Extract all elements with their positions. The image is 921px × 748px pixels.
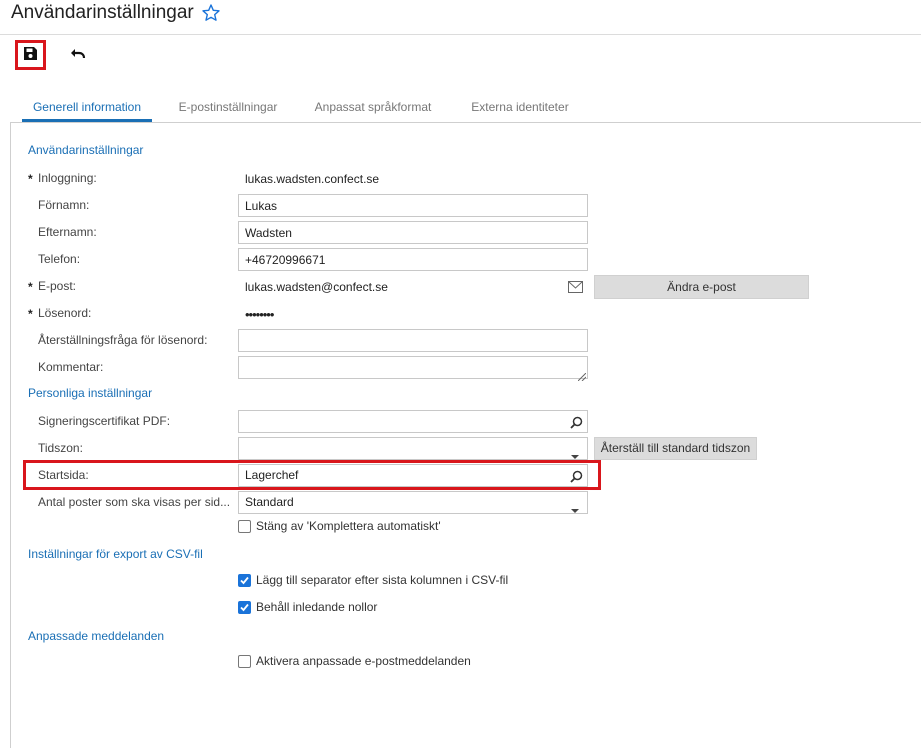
phone-field[interactable] bbox=[238, 248, 588, 271]
chevron-down-icon bbox=[570, 500, 583, 513]
tab-external-identities[interactable]: Externa identiteter bbox=[460, 93, 580, 122]
section-user-settings: Användarinställningar bbox=[28, 143, 144, 157]
undo-button[interactable] bbox=[65, 43, 91, 67]
phone-label: Telefon: bbox=[38, 252, 81, 266]
lastname-label: Efternamn: bbox=[38, 225, 97, 239]
section-csv-settings: Inställningar för export av CSV-fil bbox=[28, 547, 203, 561]
tab-bar: Generell information E-postinställningar… bbox=[10, 93, 921, 123]
tab-language-format[interactable]: Anpassat språkformat bbox=[304, 93, 442, 122]
chevron-down-icon bbox=[570, 446, 583, 459]
firstname-field[interactable] bbox=[238, 194, 588, 217]
signing-cert-label: Signeringscertifikat PDF: bbox=[38, 414, 171, 428]
mail-icon[interactable] bbox=[568, 281, 583, 293]
required-marker: * bbox=[28, 280, 33, 294]
reset-question-field[interactable] bbox=[238, 329, 588, 352]
rows-per-page-label: Antal poster som ska visas per sid... bbox=[38, 495, 231, 509]
save-button[interactable] bbox=[15, 40, 46, 70]
add-separator-checkbox[interactable] bbox=[238, 574, 251, 587]
comment-field[interactable] bbox=[238, 356, 588, 379]
required-marker: * bbox=[28, 307, 33, 321]
enable-custom-messages-label: Aktivera anpassade e-postmeddelanden bbox=[256, 654, 471, 668]
login-label: Inloggning: bbox=[38, 171, 97, 185]
disable-autocomplete-label: Stäng av 'Komplettera automatiskt' bbox=[256, 519, 441, 533]
reset-timezone-button[interactable]: Återställ till standard tidszon bbox=[594, 437, 757, 460]
change-email-button[interactable]: Ändra e-post bbox=[594, 275, 809, 299]
star-icon[interactable] bbox=[201, 3, 221, 23]
timezone-select[interactable] bbox=[238, 437, 588, 460]
tab-general-information[interactable]: Generell information bbox=[22, 93, 152, 122]
email-label: E-post: bbox=[38, 279, 77, 293]
tab-email-settings[interactable]: E-postinställningar bbox=[168, 93, 288, 122]
section-personal-settings: Personliga inställningar bbox=[28, 386, 153, 400]
search-icon[interactable] bbox=[570, 415, 583, 429]
undo-icon bbox=[70, 48, 86, 63]
section-custom-messages: Anpassade meddelanden bbox=[28, 629, 165, 643]
timezone-label: Tidszon: bbox=[38, 441, 83, 455]
firstname-label: Förnamn: bbox=[38, 198, 90, 212]
email-value: lukas.wadsten@confect.se bbox=[245, 280, 388, 294]
rows-per-page-select[interactable]: Standard bbox=[238, 491, 588, 514]
reset-question-label: Återställningsfråga för lösenord: bbox=[38, 333, 208, 347]
startpage-value: Lagerchef bbox=[245, 468, 299, 482]
lastname-field[interactable] bbox=[238, 221, 588, 244]
login-value: lukas.wadsten.confect.se bbox=[245, 172, 380, 186]
enable-custom-messages-checkbox[interactable] bbox=[238, 655, 251, 668]
comment-label: Kommentar: bbox=[38, 360, 104, 374]
startpage-field[interactable]: Lagerchef bbox=[238, 464, 588, 487]
disable-autocomplete-checkbox[interactable] bbox=[238, 520, 251, 533]
keep-zeros-label: Behåll inledande nollor bbox=[256, 600, 378, 614]
search-icon[interactable] bbox=[570, 469, 583, 483]
page-title: Användarinställningar bbox=[11, 2, 194, 23]
add-separator-label: Lägg till separator efter sista kolumnen… bbox=[256, 573, 509, 587]
startpage-label: Startsida: bbox=[38, 468, 89, 482]
resize-grip-icon[interactable] bbox=[577, 370, 587, 382]
signing-cert-field[interactable] bbox=[238, 410, 588, 433]
header-divider bbox=[0, 34, 921, 35]
rows-per-page-value: Standard bbox=[245, 495, 294, 509]
password-value: •••••••• bbox=[245, 307, 274, 322]
required-marker: * bbox=[28, 172, 33, 186]
keep-zeros-checkbox[interactable] bbox=[238, 601, 251, 614]
save-icon bbox=[23, 46, 38, 64]
password-label: Lösenord: bbox=[38, 306, 92, 320]
